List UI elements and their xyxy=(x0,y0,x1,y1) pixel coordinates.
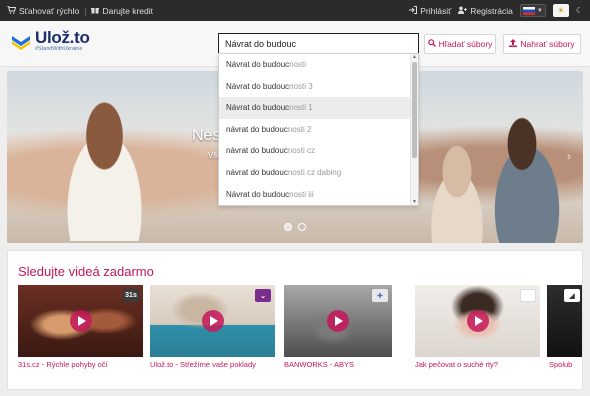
video-thumbnail[interactable]: ◢ xyxy=(547,285,582,357)
bird-badge-icon: ✈ xyxy=(372,289,388,302)
video-thumbnail[interactable]: ⌄ xyxy=(150,285,275,357)
suggestion-completion: nosti cz xyxy=(287,146,315,156)
topbar-separator: | xyxy=(84,5,87,16)
channel-badge: 31s xyxy=(123,289,139,302)
scrollbar-thumb[interactable] xyxy=(412,62,417,158)
download-fast-label: Sťahovať rýchlo xyxy=(19,5,80,16)
suggestion-item[interactable]: Návrat do budoucnosti xyxy=(219,54,418,76)
register-link[interactable]: Registrácia xyxy=(458,6,513,16)
chevron-down-icon: ▼ xyxy=(536,7,543,14)
suggestion-item[interactable]: návrat do budoucnosti cz dabing xyxy=(219,162,418,184)
top-bar: Sťahovať rýchlo | Darujte kredit Prihlás… xyxy=(0,0,590,21)
carousel-dot-1[interactable] xyxy=(284,223,292,231)
suggestion-completion: nosti iii xyxy=(289,189,314,199)
suggestion-typed: návrat do budouc xyxy=(226,124,288,134)
suggestion-item[interactable]: Návrat do budoucnosti 3 xyxy=(219,76,418,98)
carousel-dot-2[interactable] xyxy=(298,223,306,231)
suggestion-typed: Návrat do budouc xyxy=(226,189,290,199)
moon-icon[interactable]: ☾ xyxy=(576,6,583,15)
suggestion-completion: nosti 3 xyxy=(289,81,313,91)
search-input[interactable] xyxy=(218,33,419,54)
upload-button[interactable]: Nahrať súbory xyxy=(503,34,581,54)
video-thumbnail[interactable]: ✈ xyxy=(284,285,392,357)
logo-tagline: #StandWithUkraine xyxy=(35,46,83,52)
suggestion-item-highlighted[interactable]: Návrat do budoucnosti 1 xyxy=(219,97,418,119)
logo[interactable]: Ulož.to #StandWithUkraine xyxy=(11,28,90,52)
suggestion-completion: nosti 2 xyxy=(287,124,312,134)
register-label: Registrácia xyxy=(470,5,513,16)
video-title[interactable]: Spolub xyxy=(549,360,582,369)
video-title[interactable]: BANWORKS - ABYS xyxy=(284,360,409,369)
cart-icon xyxy=(7,5,17,16)
slovak-flag-icon xyxy=(522,6,535,15)
heart-logo-icon xyxy=(11,34,31,50)
login-icon xyxy=(409,5,418,16)
video-title[interactable]: Jak pečovat o suché rty? xyxy=(415,360,540,369)
suggestion-completion: nosti xyxy=(289,60,307,69)
video-thumbnail[interactable] xyxy=(415,285,540,357)
download-fast-link[interactable]: Sťahovať rýchlo xyxy=(7,5,80,16)
section-title: Sledujte videá zadarmo xyxy=(18,264,154,279)
scroll-up-icon[interactable]: ▲ xyxy=(411,54,418,60)
logo-name: Ulož.to xyxy=(35,28,90,47)
logo-text: Ulož.to #StandWithUkraine xyxy=(35,28,90,52)
free-videos-section: Sledujte videá zadarmo 31s 31s.cz - Rých… xyxy=(7,250,583,390)
sun-icon: ☀ xyxy=(557,6,565,15)
login-link[interactable]: Prihlásiť xyxy=(409,5,452,16)
suggestion-typed: Návrat do budouc xyxy=(226,103,290,113)
play-icon[interactable] xyxy=(327,310,349,332)
gift-credit-label: Darujte kredit xyxy=(102,5,154,16)
video-title[interactable]: Ulož.to - Střežíme vaše poklady xyxy=(150,360,275,369)
search-button[interactable]: Hľadať súbory xyxy=(424,34,496,54)
suggestion-item[interactable]: návrat do budoucnosti 2 xyxy=(219,119,418,141)
channel-badge-icon: ◢ xyxy=(564,289,580,302)
hero-image-man xyxy=(477,111,577,243)
gift-icon xyxy=(91,6,100,16)
upload-icon xyxy=(509,39,518,49)
scroll-down-icon[interactable]: ▼ xyxy=(411,199,418,205)
login-label: Prihlásiť xyxy=(420,5,452,16)
video-thumbnail[interactable]: 31s xyxy=(18,285,143,357)
play-icon[interactable] xyxy=(201,310,224,332)
channel-badge-icon xyxy=(520,289,536,302)
carousel-next-arrow[interactable]: › xyxy=(567,149,571,163)
user-plus-icon xyxy=(458,6,468,16)
search-suggestions: Návrat do budoucnosti Návrat do budoucno… xyxy=(218,53,419,206)
play-icon[interactable] xyxy=(69,310,92,332)
search-button-label: Hľadať súbory xyxy=(438,39,493,49)
suggestion-typed: návrat do budouc xyxy=(226,146,288,156)
gift-credit-link[interactable]: Darujte kredit xyxy=(91,6,153,16)
suggestion-completion: nosti cz dabing xyxy=(287,167,342,177)
suggestion-typed: návrat do budouc xyxy=(226,167,288,177)
suggestion-item[interactable]: návrat do budoucnosti cz xyxy=(219,140,418,162)
suggestion-typed: Návrat do budouc xyxy=(226,60,290,69)
video-title[interactable]: 31s.cz - Rýchle pohyby očí xyxy=(18,360,143,369)
play-icon[interactable] xyxy=(466,310,489,332)
suggestions-scrollbar[interactable]: ▲ ▼ xyxy=(410,54,418,205)
language-selector[interactable]: ▼ xyxy=(519,4,546,17)
upload-button-label: Nahrať súbory xyxy=(520,39,575,49)
theme-toggle[interactable]: ☀ xyxy=(552,4,569,17)
suggestion-item[interactable]: Návrat do budoucnosti iii xyxy=(219,184,418,205)
search-icon xyxy=(427,39,436,49)
uloz-to-badge-icon: ⌄ xyxy=(255,289,271,302)
suggestion-typed: Návrat do budouc xyxy=(226,81,290,91)
suggestion-completion: nosti 1 xyxy=(289,103,313,113)
hero-image-woman xyxy=(47,91,162,241)
carousel-dots xyxy=(284,223,306,231)
